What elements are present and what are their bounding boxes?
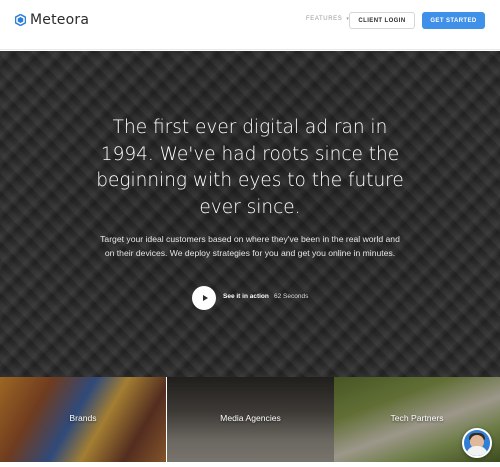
tile-label: Media Agencies [220, 412, 281, 423]
tile-label: Tech Partners [390, 412, 444, 423]
get-started-button[interactable]: GET STARTED [422, 12, 485, 29]
nav-features-dropdown[interactable]: FEATURES ▾ [306, 16, 349, 22]
tile-label: Brands [69, 412, 97, 423]
hero-subtitle: Target your ideal customers based on whe… [100, 234, 400, 258]
bottom-strip [0, 462, 500, 467]
audience-tiles: Brands Media Agencies Tech Partners [0, 377, 500, 462]
hero-section: The first ever digital ad ran in 1994. W… [0, 51, 500, 377]
tile-media-agencies[interactable]: Media Agencies [167, 377, 334, 462]
play-icon [202, 295, 208, 301]
video-duration: 62 Seconds [274, 293, 309, 300]
client-login-button[interactable]: CLIENT LOGIN [349, 12, 415, 29]
hexagon-icon [15, 14, 26, 26]
logo[interactable]: Meteora [15, 12, 89, 28]
see-it-in-action-link[interactable]: See it in action [223, 293, 269, 300]
site-header: Meteora FEATURES ▾ CLIENT LOGIN GET STAR… [0, 0, 500, 50]
nav-features-label: FEATURES [306, 16, 343, 22]
chat-avatar[interactable] [462, 428, 492, 458]
hero-title: The first ever digital ad ran in 1994. W… [96, 117, 404, 218]
play-video-button[interactable] [192, 286, 216, 310]
logo-text: Meteora [30, 12, 90, 28]
tile-brands[interactable]: Brands [0, 377, 166, 462]
